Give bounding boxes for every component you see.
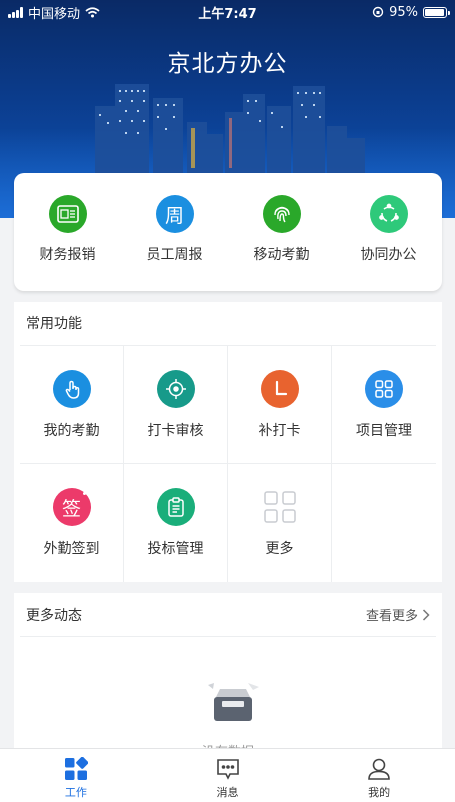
function-label: 补打卡 (258, 423, 301, 439)
grid-icon (365, 370, 403, 408)
quick-action-label: 移动考勤 (253, 247, 310, 263)
quick-action-mobile-attendance[interactable]: 移动考勤 (228, 173, 335, 291)
quick-action-finance-reimbursement[interactable]: 财务报销 (14, 173, 121, 291)
tap-hand-icon (52, 370, 91, 408)
quick-action-label: 协同办公 (360, 247, 417, 263)
bottom-tab-bar: 工作 消息 我的 (0, 748, 455, 802)
tab-messages[interactable]: 消息 (152, 749, 304, 802)
function-more[interactable]: 更多 (228, 464, 332, 582)
function-field-sign-in[interactable]: 签 外勤签到 (20, 464, 124, 582)
view-more-label: 查看更多 (365, 609, 418, 624)
wifi-icon (85, 6, 100, 17)
message-icon (216, 759, 239, 780)
quick-action-label: 财务报销 (39, 247, 96, 263)
function-label: 更多 (265, 541, 294, 557)
tab-label: 消息 (216, 786, 239, 799)
empty-inbox-icon (208, 683, 259, 721)
tab-work[interactable]: 工作 (0, 749, 152, 802)
battery-percent: 95% (389, 4, 418, 20)
invoice-icon (48, 195, 87, 233)
function-project-management[interactable]: 项目管理 (332, 346, 436, 464)
quick-actions-card: 财务报销 周 员工周报 移动考勤 协同办公 (14, 173, 442, 291)
view-more-link[interactable]: 查看更多 (366, 605, 430, 624)
function-bid-management[interactable]: 投标管理 (124, 464, 228, 582)
target-icon (156, 370, 195, 408)
function-label: 外勤签到 (43, 541, 100, 557)
orientation-lock-icon (372, 6, 384, 18)
weekly-report-icon: 周 (155, 195, 194, 233)
tab-profile[interactable]: 我的 (303, 749, 455, 802)
function-my-attendance[interactable]: 我的考勤 (20, 346, 124, 464)
quick-action-label: 员工周报 (146, 247, 203, 263)
more-updates-card: 更多动态 查看更多 没有数据 (14, 593, 442, 763)
clipboard-icon (156, 488, 195, 526)
collaboration-icon (369, 195, 408, 233)
city-skyline-image (95, 84, 365, 174)
function-make-up-clock-in[interactable]: 补打卡 (228, 346, 332, 464)
fingerprint-icon (262, 195, 301, 233)
battery-icon (423, 6, 450, 18)
clock-icon (260, 370, 299, 408)
carrier-label: 中国移动 (28, 6, 81, 22)
common-functions-card: 常用功能 我的考勤 打卡审核 补打卡 项目管理 签 外勤签到 投标管理 更多 (14, 302, 442, 582)
work-icon (64, 757, 88, 780)
tab-label: 我的 (368, 786, 391, 799)
profile-icon (368, 758, 390, 780)
page-title: 京北方办公 (167, 51, 288, 77)
signal-icon (8, 6, 23, 18)
more-grid-icon (261, 488, 299, 526)
section-title: 常用功能 (20, 302, 436, 346)
status-bar: 中国移动 上午7:47 95% (0, 0, 455, 24)
quick-action-weekly-report[interactable]: 周 员工周报 (121, 173, 228, 291)
function-label: 投标管理 (147, 541, 204, 557)
chevron-right-icon (422, 608, 430, 621)
function-empty-slot (332, 464, 436, 582)
function-label: 打卡审核 (147, 423, 204, 439)
sign-icon: 签 (52, 488, 91, 526)
function-clock-in-review[interactable]: 打卡审核 (124, 346, 228, 464)
tab-label: 工作 (64, 786, 87, 799)
function-label: 项目管理 (356, 423, 412, 439)
section-title: 更多动态 (26, 607, 82, 624)
function-label: 我的考勤 (43, 423, 100, 439)
quick-action-collaboration[interactable]: 协同办公 (335, 173, 442, 291)
